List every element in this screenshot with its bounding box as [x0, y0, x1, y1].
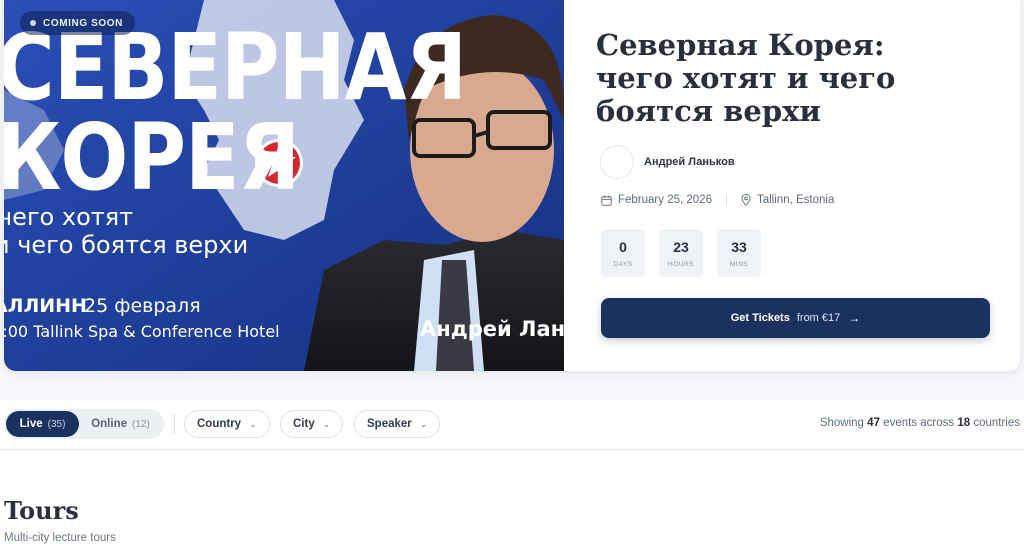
- countdown-label: HOURS: [668, 261, 694, 268]
- countdown-label: MINS: [729, 261, 749, 268]
- showing-mid: events across: [883, 417, 955, 429]
- countdown-value: 0: [619, 239, 627, 255]
- chevron-down-icon: ⌄: [249, 418, 257, 429]
- map-pin-icon: [741, 194, 751, 206]
- meta-divider: [725, 194, 727, 206]
- calendar-icon: [601, 195, 612, 206]
- poster-title-line1: СЕВЕРНАЯ: [4, 13, 467, 121]
- events-count: 47: [867, 417, 880, 429]
- speaker-name[interactable]: Андрей Ланьков: [644, 156, 735, 168]
- tickets-label: Get Tickets: [730, 312, 790, 324]
- event-date-text: February 25, 2026: [618, 194, 712, 206]
- tab-live-count: (35): [47, 418, 66, 430]
- badge-label: COMING SOON: [43, 17, 123, 29]
- tab-live-label: Live: [19, 418, 43, 430]
- poster-venue: 19:00 Tallink Spa & Conference Hotel: [4, 322, 280, 341]
- poster-speaker: Андрей Ланьков: [420, 317, 564, 341]
- event-title[interactable]: Северная Корея: чего хотят и чего боятся…: [596, 29, 956, 128]
- countdown-value: 33: [731, 239, 747, 255]
- speaker-row[interactable]: Андрей Ланьков: [600, 145, 735, 179]
- tickets-price: from €17: [796, 312, 841, 324]
- tab-online[interactable]: Online (12): [79, 418, 162, 430]
- status-dot-icon: [30, 20, 36, 26]
- event-info: Северная Корея: чего хотят и чего боятся…: [596, 0, 996, 371]
- country-dropdown[interactable]: Country ⌄: [184, 410, 270, 438]
- event-location-text: Tallinn, Estonia: [756, 194, 835, 206]
- filter-bar: Live (35) Online (12) Country ⌄ City ⌄ S…: [0, 400, 1024, 450]
- event-date: February 25, 2026: [601, 194, 712, 206]
- tab-online-label: Online: [91, 418, 127, 430]
- featured-event-card[interactable]: СЕВЕРНАЯ КОРЕЯ чего хотят и чего боятся …: [4, 0, 1020, 371]
- event-mode-toggle: Live (35) Online (12): [4, 409, 164, 439]
- speaker-dropdown[interactable]: Speaker ⌄: [354, 410, 441, 438]
- status-badge: COMING SOON: [20, 11, 135, 35]
- countries-count: 18: [957, 417, 971, 429]
- event-location: Tallinn, Estonia: [741, 194, 834, 206]
- poster-subtitle-line1: чего хотят: [4, 203, 134, 231]
- event-meta: February 25, 2026 Tallinn, Estonia: [601, 194, 834, 206]
- tab-online-count: (12): [131, 418, 150, 430]
- section-title: Tours: [4, 496, 79, 525]
- chevron-down-icon: ⌄: [419, 418, 428, 429]
- chevron-down-icon: ⌄: [322, 418, 331, 429]
- countdown-days: 0 DAYS: [601, 229, 645, 277]
- poster-title-line2: КОРЕЯ: [4, 103, 300, 211]
- filter-divider: [174, 414, 175, 434]
- countdown-mins: 33 MINS: [717, 229, 761, 277]
- poster-date: 25 февраля: [84, 295, 201, 317]
- arrow-right-icon: →: [848, 311, 861, 325]
- city-dropdown[interactable]: City ⌄: [280, 410, 344, 438]
- poster-subtitle-line2: и чего боятся верхи: [4, 231, 249, 259]
- section-subtitle: Multi-city lecture tours: [4, 532, 116, 544]
- speaker-dropdown-label: Speaker: [367, 418, 412, 430]
- country-dropdown-label: Country: [197, 418, 242, 430]
- results-summary: Showing 47 events across 18 countries: [820, 417, 1020, 429]
- event-poster[interactable]: СЕВЕРНАЯ КОРЕЯ чего хотят и чего боятся …: [4, 0, 564, 371]
- countdown-value: 23: [673, 239, 689, 255]
- get-tickets-button[interactable]: Get Tickets from €17 →: [601, 298, 990, 338]
- countdown-timer: 0 DAYS 23 HOURS 33 MINS: [601, 229, 761, 277]
- showing-suffix: countries: [973, 417, 1020, 429]
- countdown-label: DAYS: [613, 261, 633, 268]
- tab-live[interactable]: Live (35): [6, 411, 79, 437]
- city-dropdown-label: City: [293, 418, 315, 430]
- countdown-hours: 23 HOURS: [659, 229, 703, 277]
- poster-city: ТАЛЛИНН: [4, 295, 87, 317]
- showing-prefix: Showing: [819, 417, 864, 429]
- avatar[interactable]: [600, 145, 634, 179]
